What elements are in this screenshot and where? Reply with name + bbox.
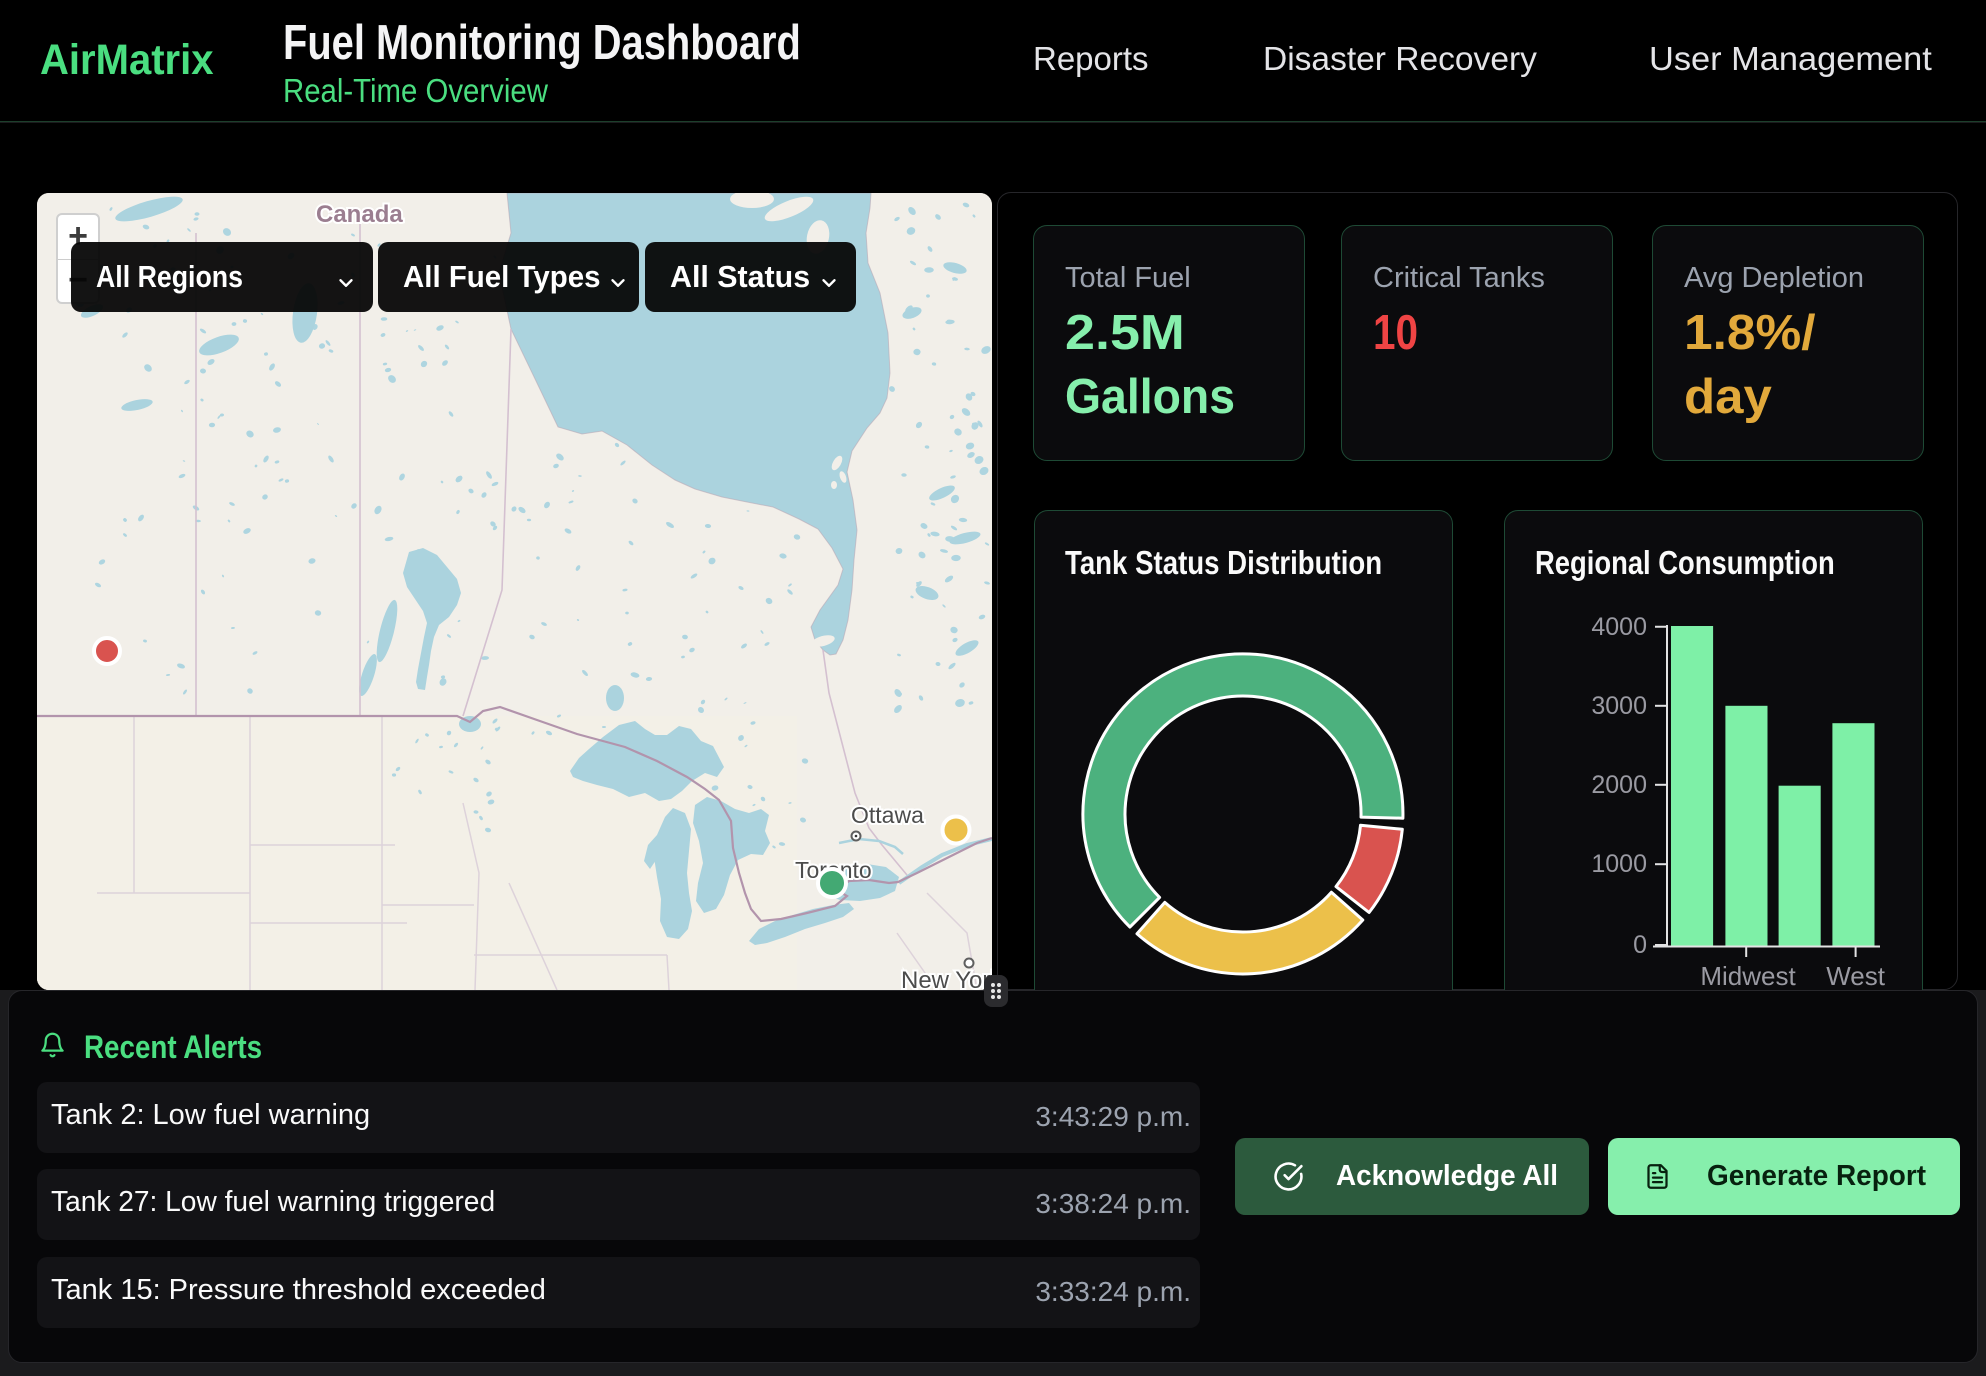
svg-text:3000: 3000 — [1591, 692, 1647, 720]
svg-text:0: 0 — [1633, 931, 1647, 959]
svg-text:Ottawa: Ottawa — [851, 802, 924, 828]
svg-text:West: West — [1826, 961, 1886, 991]
svg-text:Midwest: Midwest — [1700, 961, 1796, 991]
svg-text:4000: 4000 — [1591, 613, 1647, 641]
svg-text:1000: 1000 — [1591, 850, 1647, 878]
svg-text:New York: New York — [901, 967, 992, 990]
svg-text:2000: 2000 — [1591, 771, 1647, 799]
svg-text:Canada: Canada — [316, 201, 403, 228]
